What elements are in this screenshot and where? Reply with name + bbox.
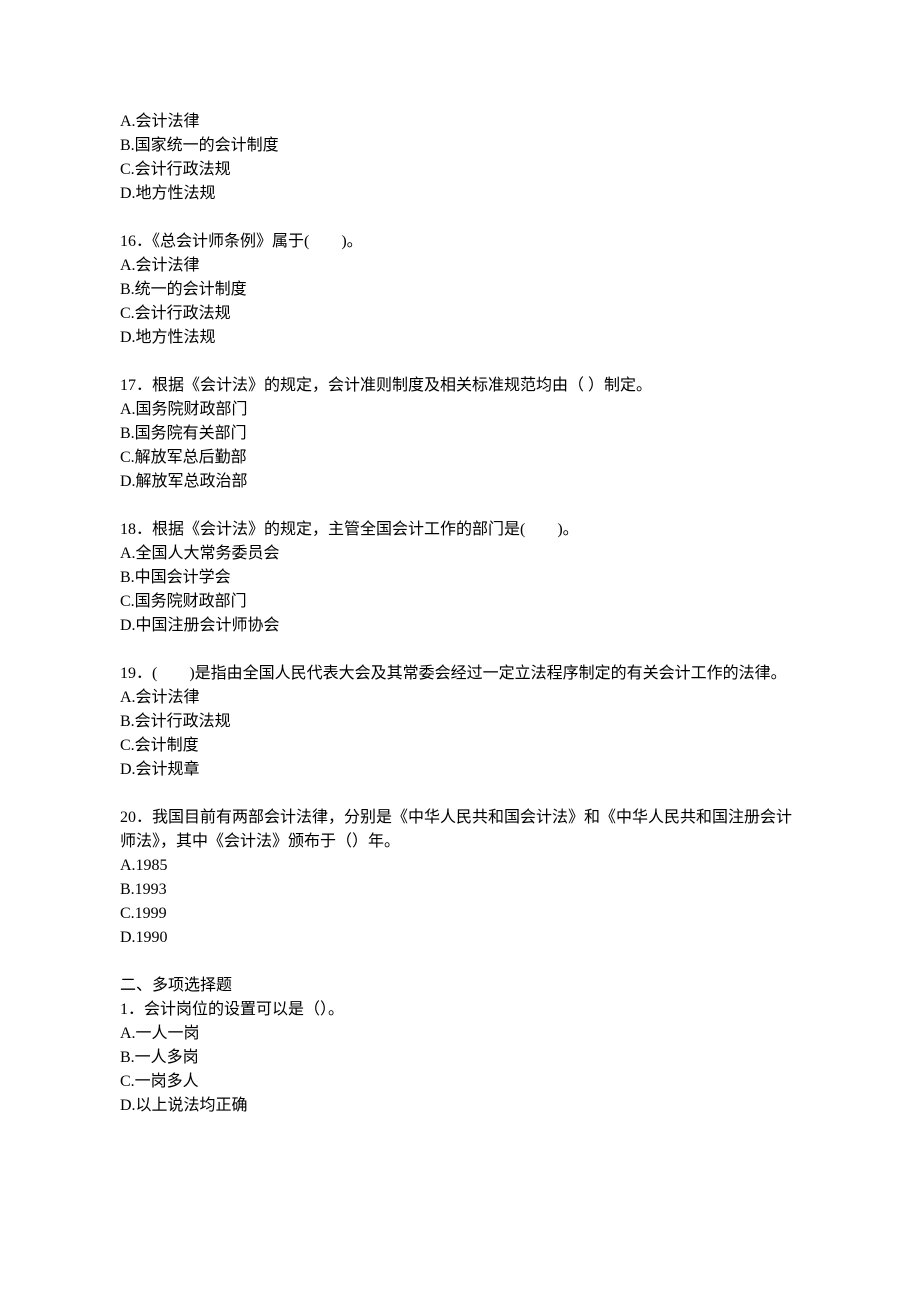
option-a: A.1985 (120, 854, 800, 878)
option-d: D.地方性法规 (120, 326, 800, 350)
question-stem: 18．根据《会计法》的规定，主管全国会计工作的部门是( )。 (120, 518, 800, 542)
question-18: 18．根据《会计法》的规定，主管全国会计工作的部门是( )。 A.全国人大常务委… (120, 518, 800, 638)
question-17: 17．根据《会计法》的规定，会计准则制度及相关标准规范均由（ ）制定。 A.国务… (120, 374, 800, 494)
option-c: C.会计行政法规 (120, 158, 800, 182)
section-2: 二、多项选择题 1．会计岗位的设置可以是（）。 A.一人一岗 B.一人多岗 C.… (120, 974, 800, 1118)
option-d: D.以上说法均正确 (120, 1094, 800, 1118)
question-stem: 20．我国目前有两部会计法律，分别是《中华人民共和国会计法》和《中华人民共和国注… (120, 806, 800, 854)
option-d: D.会计规章 (120, 758, 800, 782)
question-16: 16．《总会计师条例》属于( )。 A.会计法律 B.统一的会计制度 C.会计行… (120, 230, 800, 350)
option-a: A.会计法律 (120, 254, 800, 278)
option-a: A.一人一岗 (120, 1022, 800, 1046)
option-a: A.会计法律 (120, 110, 800, 134)
question-stem: 19．( )是指由全国人民代表大会及其常委会经过一定立法程序制定的有关会计工作的… (120, 662, 800, 686)
option-b: B.国务院有关部门 (120, 422, 800, 446)
option-b: B.1993 (120, 878, 800, 902)
question-20: 20．我国目前有两部会计法律，分别是《中华人民共和国会计法》和《中华人民共和国注… (120, 806, 800, 950)
question-19: 19．( )是指由全国人民代表大会及其常委会经过一定立法程序制定的有关会计工作的… (120, 662, 800, 782)
option-d: D.地方性法规 (120, 182, 800, 206)
section-title: 二、多项选择题 (120, 974, 800, 998)
option-b: B.中国会计学会 (120, 566, 800, 590)
option-a: A.国务院财政部门 (120, 398, 800, 422)
option-c: C.一岗多人 (120, 1070, 800, 1094)
option-a: A.会计法律 (120, 686, 800, 710)
document-page: A.会计法律 B.国家统一的会计制度 C.会计行政法规 D.地方性法规 16．《… (0, 0, 920, 1218)
option-a: A.全国人大常务委员会 (120, 542, 800, 566)
question-stem: 17．根据《会计法》的规定，会计准则制度及相关标准规范均由（ ）制定。 (120, 374, 800, 398)
option-c: C.解放军总后勤部 (120, 446, 800, 470)
option-d: D.1990 (120, 926, 800, 950)
option-b: B.统一的会计制度 (120, 278, 800, 302)
option-b: B.会计行政法规 (120, 710, 800, 734)
option-b: B.国家统一的会计制度 (120, 134, 800, 158)
option-d: D.解放军总政治部 (120, 470, 800, 494)
question-15-options: A.会计法律 B.国家统一的会计制度 C.会计行政法规 D.地方性法规 (120, 110, 800, 206)
option-c: C.会计行政法规 (120, 302, 800, 326)
option-c: C.国务院财政部门 (120, 590, 800, 614)
question-stem: 1．会计岗位的设置可以是（）。 (120, 998, 800, 1022)
option-c: C.1999 (120, 902, 800, 926)
option-d: D.中国注册会计师协会 (120, 614, 800, 638)
question-stem: 16．《总会计师条例》属于( )。 (120, 230, 800, 254)
option-b: B.一人多岗 (120, 1046, 800, 1070)
option-c: C.会计制度 (120, 734, 800, 758)
